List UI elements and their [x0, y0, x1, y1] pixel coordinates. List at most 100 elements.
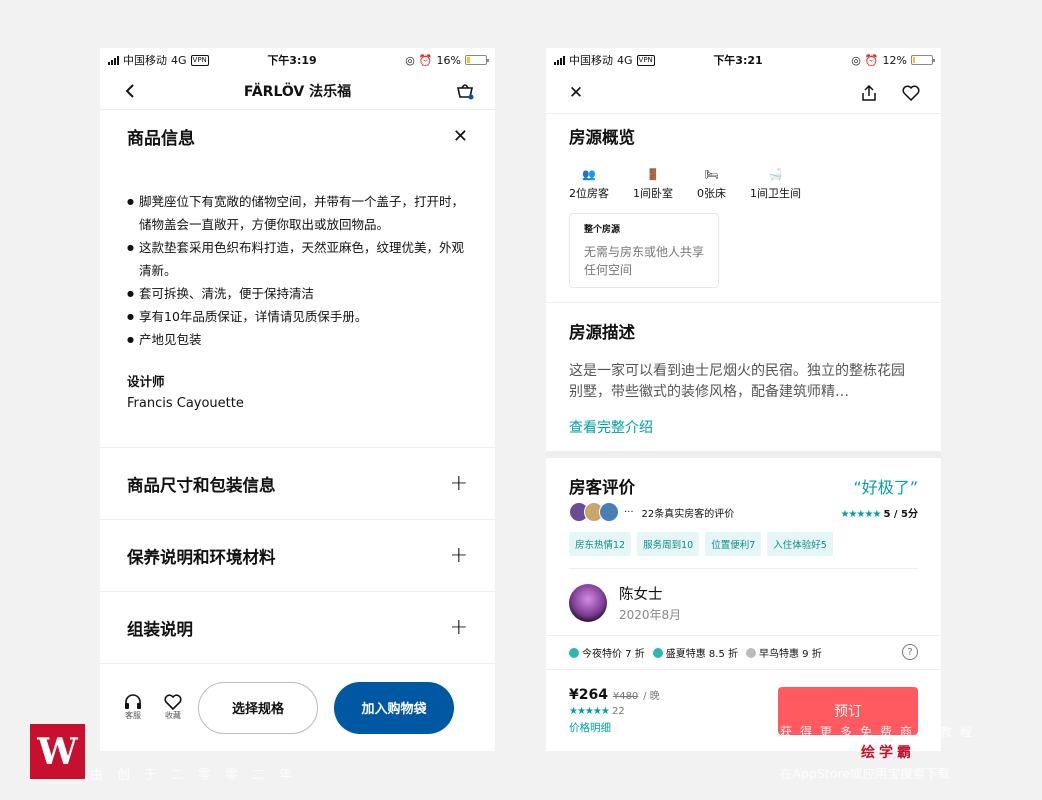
more-avatars: ··· — [624, 506, 634, 518]
description-title: 房源描述 — [569, 323, 635, 342]
accordion-care-info[interactable]: 保养说明和环境材料 + — [100, 519, 495, 591]
plus-icon: + — [449, 615, 468, 640]
plus-icon: + — [449, 543, 468, 568]
door-icon: 🚪 — [646, 168, 660, 181]
network: 4G — [617, 53, 633, 67]
carrier: 中国移动 — [569, 54, 613, 67]
review-item: 陈女士 2020年8月 — [569, 583, 918, 623]
promo-item: 今夜特价 7 折 — [569, 645, 645, 660]
check-icon — [652, 647, 663, 658]
favorite-label: 收藏 — [165, 711, 181, 720]
promo-item: 早鸟特惠 9 折 — [746, 645, 822, 660]
clock: 下午3:21 — [713, 54, 763, 67]
stat-label: 0张床 — [697, 187, 726, 200]
designer-label: 设计师 — [127, 374, 165, 389]
battery-percent: 16% — [436, 53, 461, 67]
review-tag[interactable]: 位置便利7 — [705, 532, 762, 556]
list-item: 脚凳座位下有宽敞的储物空间，并带有一个盖子，打开时，储物盖会一直敞开，方便你取出… — [127, 190, 468, 236]
accordion-label: 组装说明 — [127, 619, 193, 639]
review-date: 2020年8月 — [619, 608, 682, 622]
close-icon[interactable]: ✕ — [566, 83, 586, 103]
alarm-icon: ◎ — [851, 53, 861, 67]
network: 4G — [171, 53, 187, 67]
product-info-header: 商品信息 ✕ — [127, 110, 468, 162]
status-bar: 中国移动 4G VPN 下午3:19 ◎ ⏰ 16% — [100, 48, 495, 72]
plus-icon: + — [449, 471, 468, 496]
nav-bar: FÄRLÖV 法乐福 — [100, 72, 495, 110]
stat-label: 1间卧室 — [633, 187, 673, 200]
signal-icon — [554, 55, 565, 65]
star-rating: ★★★★★ — [569, 705, 610, 717]
airbnb-phone-screen: 中国移动 4G VPN 下午3:21 ◎ ⏰ 12% ✕ 房源概览 👥 2位房客 … — [546, 48, 941, 751]
card-title: 整个房源 — [584, 225, 621, 235]
headset-label: 客服 — [125, 711, 141, 720]
accordion-assembly[interactable]: 组装说明 + — [100, 591, 495, 663]
lock-icon: ⏰ — [418, 53, 433, 67]
stat-label: 1间卫生间 — [750, 187, 801, 200]
watermark-text: 获得更多免费商品教程 — [780, 725, 981, 739]
card-description: 无需与房东或他人共享任何空间 — [584, 245, 705, 277]
listing-stats: 👥 2位房客 🚪 1间卧室 🛏 0张床 🛁 1间卫生间 — [569, 168, 918, 201]
feature-list: 脚凳座位下有宽敞的储物空间，并带有一个盖子，打开时，储物盖会一直敞开，方便你取出… — [127, 190, 468, 351]
promo-label: 今夜特价 7 折 — [582, 648, 645, 660]
review-tags: 房东热情12 服务周到10 位置便利7 入住体验好5 — [569, 532, 918, 556]
price: ¥264 ¥480 / 晚 — [569, 687, 660, 703]
accordion-size-info[interactable]: 商品尺寸和包装信息 + — [100, 447, 495, 519]
bed-icon: 🛏 — [704, 168, 719, 181]
description-text: 这是一家可以看到迪士尼烟火的民宿。独立的整栋花园别墅，带些徽式的装修风格，配备建… — [569, 363, 905, 400]
back-icon[interactable] — [120, 81, 140, 101]
battery-percent: 12% — [882, 53, 907, 67]
reviewer-name: 陈女士 — [619, 587, 663, 603]
score: 5 / 5分 — [883, 508, 918, 520]
check-icon — [746, 647, 756, 658]
headset-icon — [125, 694, 141, 709]
bathtub-icon: 🛁 — [768, 168, 783, 181]
guests-icon: 👥 — [582, 168, 596, 181]
watermark-text: 由创于二零零二年 — [90, 768, 307, 783]
read-more-link[interactable]: 查看完整介绍 — [569, 417, 918, 437]
promo-bar: 今夜特价 7 折 盛夏特惠 8.5 折 早鸟特惠 9 折 ? — [546, 635, 941, 668]
overview-title: 房源概览 — [569, 128, 635, 147]
review-tag[interactable]: 入住体验好5 — [767, 532, 833, 556]
shopping-bag-icon[interactable] — [455, 81, 475, 101]
clock: 下午3:19 — [267, 54, 317, 67]
review-count: 22条真实房客的评价 — [641, 508, 735, 520]
ikea-phone-screen: 中国移动 4G VPN 下午3:19 ◎ ⏰ 16% FÄRLÖV 法乐福 商品… — [100, 48, 495, 751]
review-tag[interactable]: 服务周到10 — [637, 532, 700, 556]
reviews-summary[interactable]: ··· 22条真实房客的评价 ★★★★★ 5 / 5分 — [569, 502, 918, 522]
customer-service-button[interactable]: 客服 — [118, 694, 148, 721]
select-spec-button[interactable]: 选择规格 — [198, 681, 318, 734]
list-item: 产地见包装 — [127, 328, 468, 351]
alarm-icon: ◎ — [405, 53, 415, 67]
original-price: ¥480 — [612, 690, 639, 702]
add-to-cart-button[interactable]: 加入购物袋 — [334, 681, 454, 734]
vpn-badge: VPN — [636, 54, 655, 66]
stat-label: 2位房客 — [569, 187, 609, 200]
logo-letter: W — [37, 730, 78, 773]
status-bar: 中国移动 4G VPN 下午3:21 ◎ ⏰ 12% — [546, 48, 941, 72]
favorite-button[interactable]: 收藏 — [158, 694, 188, 721]
list-item: 这款垫套采用色织布料打造，天然亚麻色，纹理优美，外观清新。 — [127, 236, 468, 282]
guests-stat: 👥 2位房客 — [569, 168, 609, 201]
promo-label: 盛夏特惠 8.5 折 — [665, 648, 738, 660]
promo-label: 早鸟特惠 9 折 — [759, 648, 822, 660]
battery-icon — [910, 55, 935, 65]
page-title: FÄRLÖV 法乐福 — [243, 83, 352, 100]
bedroom-stat: 🚪 1间卧室 — [633, 168, 673, 201]
price-unit: / 晚 — [643, 690, 660, 702]
heart-icon[interactable] — [901, 83, 921, 103]
section-title: 商品信息 — [127, 128, 195, 149]
accordion-label: 保养说明和环境材料 — [127, 547, 276, 567]
carrier: 中国移动 — [123, 54, 167, 67]
price-detail-link[interactable]: 价格明细 — [569, 720, 660, 735]
share-icon[interactable] — [859, 83, 879, 103]
avatar — [569, 584, 607, 622]
check-icon — [569, 647, 579, 658]
help-icon[interactable]: ? — [902, 644, 918, 660]
rating-word: “好极了” — [853, 478, 918, 497]
reviews-title: 房客评价 — [569, 478, 635, 497]
star-rating: ★★★★★ — [840, 508, 881, 520]
close-icon[interactable]: ✕ — [453, 126, 468, 147]
review-tag[interactable]: 房东热情12 — [569, 532, 632, 556]
review-count: 22 — [612, 705, 625, 717]
